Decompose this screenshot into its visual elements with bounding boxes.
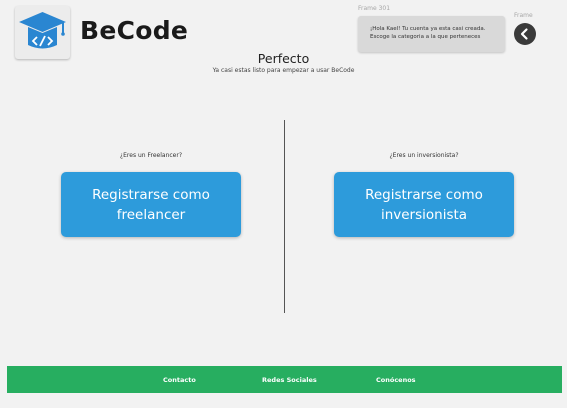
- page-subtitle: Ya casi estas listo para empezar a usar …: [212, 67, 355, 74]
- back-button[interactable]: [514, 23, 536, 45]
- brand-name: BeCode: [80, 16, 189, 45]
- register-investor-button[interactable]: Registrarse como inversionista: [334, 172, 514, 237]
- chevron-left-icon: [520, 28, 528, 40]
- notification-toast: ¡Hola Kael! Tu cuenta ya esta casi cread…: [358, 16, 505, 52]
- footer-link-conocenos[interactable]: Conócenos: [376, 376, 416, 384]
- investor-question: ¿Eres un inversionista?: [389, 152, 459, 159]
- button-label-line: Registrarse como: [92, 186, 210, 203]
- button-label-line: inversionista: [380, 206, 468, 223]
- frame-label: Frame: [514, 12, 533, 19]
- notification-line: ¡Hola Kael! Tu cuenta ya esta casi cread…: [370, 26, 486, 32]
- button-label-line: Registrarse como: [365, 186, 483, 203]
- notification-line: Escoge la categoria a la que perteneces: [370, 34, 481, 40]
- footer: Contacto Redes Sociales Conócenos: [7, 366, 562, 393]
- button-label-line: freelancer: [116, 206, 186, 223]
- freelancer-question: ¿Eres un Freelancer?: [119, 152, 183, 159]
- footer-link-redes-sociales[interactable]: Redes Sociales: [262, 376, 317, 384]
- page-title: Perfecto: [257, 51, 310, 66]
- footer-link-contacto[interactable]: Contacto: [163, 376, 196, 384]
- register-freelancer-button[interactable]: Registrarse como freelancer: [61, 172, 241, 237]
- vertical-divider: [284, 120, 285, 313]
- frame-label: Frame 301: [358, 5, 391, 12]
